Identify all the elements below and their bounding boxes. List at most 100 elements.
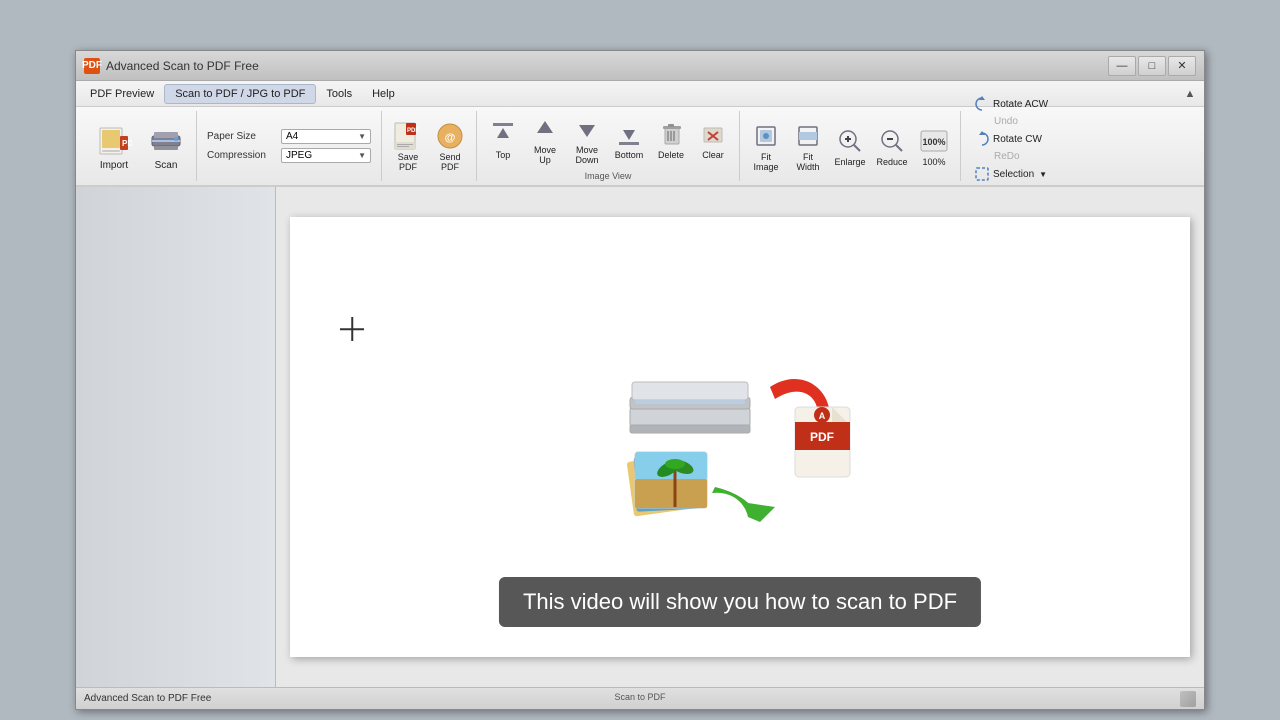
delete-button[interactable]: Delete (651, 116, 691, 162)
section-scan-to-pdf-label: Scan to PDF (614, 692, 665, 702)
bottom-label: Bottom (615, 150, 644, 160)
svg-text:PDF: PDF (810, 430, 834, 444)
title-bar-left: PDF Advanced Scan to PDF Free (84, 58, 259, 74)
center-illustration: PDF A (600, 307, 880, 567)
fit-image-label: Fit Image (753, 152, 778, 172)
scan-icon (148, 122, 184, 158)
minimize-button[interactable]: — (1108, 56, 1136, 76)
toolbar: PDF Import Scan (76, 107, 1204, 187)
move-down-icon (571, 113, 603, 145)
page-canvas: PDF A (290, 217, 1190, 657)
app-icon: PDF (84, 58, 100, 74)
compression-row: Compression JPEG ▼ (207, 148, 371, 163)
redo-row: ReDo (971, 150, 1051, 163)
fit-image-icon (750, 120, 782, 152)
selection-row: Selection ▼ (971, 165, 1051, 183)
svg-text:PDF: PDF (122, 139, 132, 148)
sidebar (76, 187, 276, 687)
selection-dropdown-arrow[interactable]: ▼ (1039, 170, 1047, 179)
clear-button[interactable]: Clear (693, 116, 733, 162)
illustration-svg: PDF A (600, 307, 880, 567)
save-pdf-button[interactable]: PDF Save PDF (388, 118, 428, 174)
move-up-icon (529, 113, 561, 145)
toolbar-section-image-edit: Rotate ACW Undo Rotate CW (961, 111, 1091, 181)
delete-icon (655, 118, 687, 150)
move-down-label: Move Down (575, 145, 598, 165)
top-label: Top (496, 150, 511, 160)
rotate-acw-row: Rotate ACW (971, 95, 1051, 113)
maximize-button[interactable]: □ (1138, 56, 1166, 76)
rotate-cw-label: Rotate CW (993, 134, 1042, 145)
zoom-level-button[interactable]: 100% 100% (914, 123, 954, 169)
crosshair-small (348, 325, 356, 333)
clear-icon (697, 118, 729, 150)
selection-label: Selection (993, 169, 1034, 180)
selection-icon (974, 166, 990, 182)
toolbar-section-save-send: PDF Save PDF @ S (382, 111, 477, 181)
rotate-cw-icon (974, 131, 990, 147)
enlarge-icon (834, 125, 866, 157)
collapse-ribbon-button[interactable]: ▲ (1180, 84, 1200, 104)
move-up-button[interactable]: Move Up (525, 111, 565, 167)
rotate-cw-row: Rotate CW (971, 130, 1051, 148)
scan-button[interactable]: Scan (142, 120, 190, 173)
import-icon: PDF (96, 122, 132, 158)
clear-label: Clear (702, 150, 724, 160)
main-window: PDF Advanced Scan to PDF Free — □ ✕ PDF … (75, 50, 1205, 710)
toolbar-section-import-scan: PDF Import Scan (84, 111, 197, 181)
paper-size-label: Paper Size (207, 131, 277, 142)
image-edit-section: Rotate ACW Undo Rotate CW (967, 93, 1055, 187)
save-send-buttons: PDF Save PDF @ S (388, 118, 470, 174)
send-pdf-label: Send PDF (439, 152, 460, 172)
top-icon (487, 118, 519, 150)
redo-button[interactable]: ReDo (991, 150, 1023, 163)
rotate-acw-button[interactable]: Rotate ACW (971, 95, 1051, 113)
video-caption: This video will show you how to scan to … (499, 577, 981, 627)
svg-text:@: @ (445, 132, 456, 144)
reduce-label: Reduce (876, 157, 907, 167)
toolbar-section-arrange: Top Move Up (477, 111, 740, 181)
send-pdf-button[interactable]: @ Send PDF (430, 118, 470, 174)
selection-button[interactable]: Selection ▼ (971, 165, 1050, 183)
paper-size-row: Paper Size A4 ▼ (207, 129, 371, 144)
window-title: Advanced Scan to PDF Free (106, 59, 259, 73)
undo-button[interactable]: Undo (991, 115, 1021, 128)
rotate-acw-label: Rotate ACW (993, 99, 1048, 110)
compression-dropdown[interactable]: JPEG ▼ (281, 148, 371, 163)
crosshair-cursor (340, 317, 364, 341)
paper-size-dropdown[interactable]: A4 ▼ (281, 129, 371, 144)
bottom-button[interactable]: Bottom (609, 116, 649, 162)
enlarge-label: Enlarge (834, 157, 865, 167)
menu-help[interactable]: Help (362, 85, 405, 103)
import-label: Import (100, 160, 128, 171)
fit-width-button[interactable]: Fit Width (788, 118, 828, 174)
compression-label: Compression (207, 150, 277, 161)
close-button[interactable]: ✕ (1168, 56, 1196, 76)
fit-image-button[interactable]: Fit Image (746, 118, 786, 174)
svg-text:100%: 100% (922, 137, 945, 147)
top-button[interactable]: Top (483, 116, 523, 162)
arrange-buttons: Top Move Up (483, 111, 733, 167)
fit-width-label: Fit Width (796, 152, 819, 172)
fit-width-icon (792, 120, 824, 152)
enlarge-button[interactable]: Enlarge (830, 123, 870, 169)
import-button[interactable]: PDF Import (90, 120, 138, 173)
reduce-button[interactable]: Reduce (872, 123, 912, 169)
rotate-cw-button[interactable]: Rotate CW (971, 130, 1045, 148)
move-down-button[interactable]: Move Down (567, 111, 607, 167)
menu-tools[interactable]: Tools (316, 85, 362, 103)
scan-label: Scan (155, 160, 178, 171)
undo-row: Undo (971, 115, 1051, 128)
svg-text:A: A (819, 411, 826, 421)
section-image-view-label: Image View (585, 171, 632, 181)
save-pdf-icon: PDF (392, 120, 424, 152)
move-up-label: Move Up (534, 145, 556, 165)
send-pdf-icon: @ (434, 120, 466, 152)
menu-pdf-preview[interactable]: PDF Preview (80, 85, 164, 103)
menu-scan-to-pdf[interactable]: Scan to PDF / JPG to PDF (164, 84, 316, 104)
zoom-level-icon: 100% (918, 125, 950, 157)
zoom-label: 100% (922, 157, 945, 167)
canvas-area: PDF A (276, 187, 1204, 687)
main-body: PDF A (76, 187, 1204, 687)
bottom-icon (613, 118, 645, 150)
